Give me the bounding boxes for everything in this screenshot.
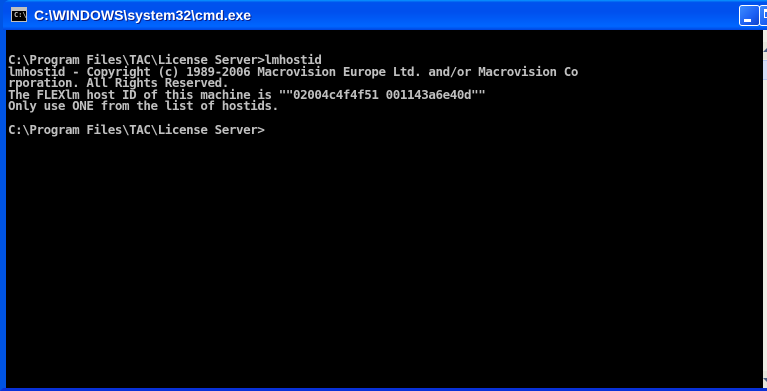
cmd-window: C:\ C:\WINDOWS\system32\cmd.exe C:\Progr… (0, 0, 767, 391)
scroll-up-arrow-icon[interactable] (763, 42, 767, 59)
maximize-button[interactable] (759, 5, 767, 26)
cmd-console-icon[interactable]: C:\ (11, 7, 27, 22)
cmd-icon-glyph: C:\ (14, 11, 27, 19)
scrollbar-thumb[interactable] (763, 60, 767, 80)
minimize-button[interactable] (739, 5, 760, 26)
console-text: C:\Program Files\TAC\License Server>lmho… (8, 53, 578, 136)
console-line: Only use ONE from the list of hostids. (8, 98, 279, 114)
title-bar[interactable]: C:\ C:\WINDOWS\system32\cmd.exe (3, 0, 767, 30)
scroll-down-arrow-icon[interactable] (763, 371, 767, 388)
vertical-scrollbar[interactable] (763, 30, 767, 388)
console-output-area[interactable]: C:\Program Files\TAC\License Server>lmho… (6, 30, 763, 388)
console-prompt-line[interactable]: C:\Program Files\TAC\License Server> (8, 123, 578, 136)
window-title: C:\WINDOWS\system32\cmd.exe (34, 7, 252, 23)
